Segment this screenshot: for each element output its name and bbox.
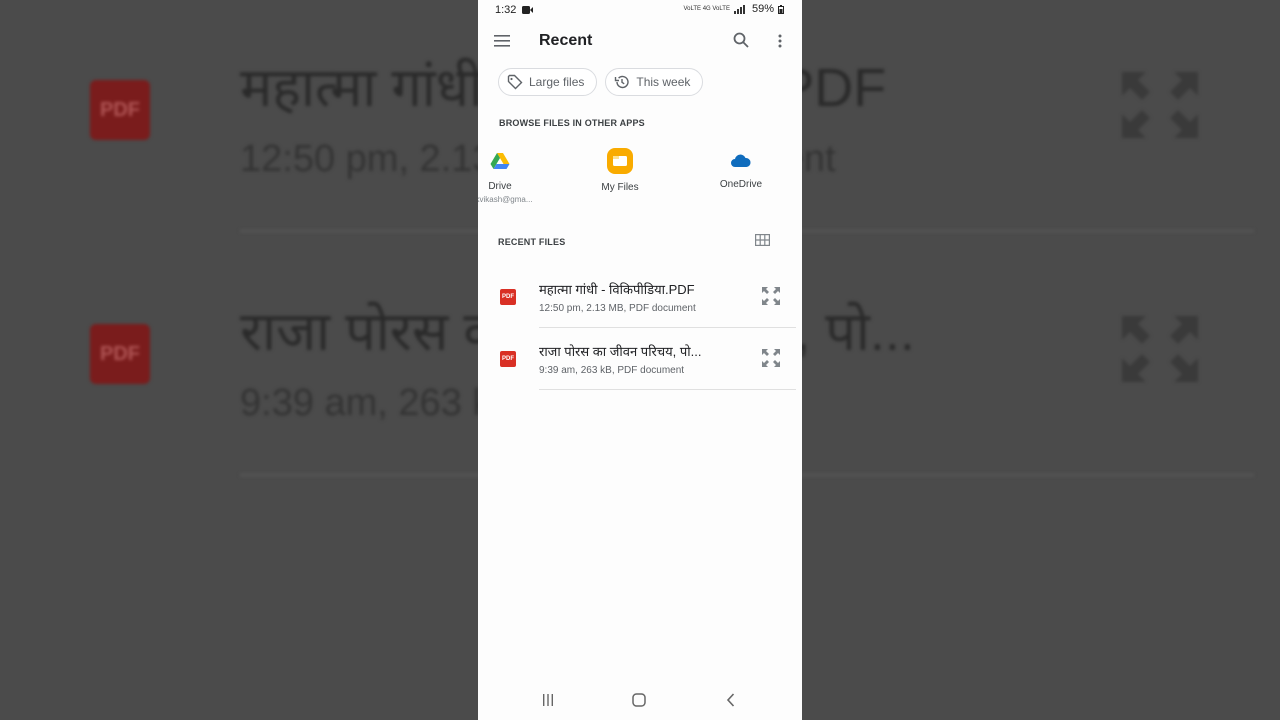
tag-icon: [507, 74, 523, 90]
filter-chips: Large files This week: [498, 68, 704, 96]
file-name: महात्मा गांधी - विकिपीडिया.PDF: [539, 282, 695, 297]
app-onedrive[interactable]: OneDrive: [696, 148, 786, 190]
onedrive-icon: [731, 154, 751, 167]
status-time: 1:32: [495, 4, 517, 16]
bg-pdf-icon-2: PDF: [90, 324, 150, 384]
pdf-file-icon: PDF: [500, 289, 516, 305]
list-item[interactable]: PDF महात्मा गांधी - विकिपीडिया.PDF 12:50…: [478, 268, 802, 328]
video-record-icon: [522, 6, 533, 14]
status-bar: 1:32 VoLTE 4G VoLTE 59%: [478, 0, 802, 20]
recents-button[interactable]: [536, 690, 560, 710]
home-icon: [632, 693, 646, 707]
battery-icon: [778, 4, 784, 14]
browse-section-title: BROWSE FILES IN OTHER APPS: [499, 118, 645, 128]
back-button[interactable]: [718, 690, 742, 710]
status-right: VoLTE 4G VoLTE 59%: [683, 3, 784, 15]
drive-account: kvkvikash@gma...: [478, 195, 533, 204]
search-icon: [733, 32, 749, 48]
file-meta: 12:50 pm, 2.13 MB, PDF document: [539, 303, 696, 314]
file-name: राजा पोरस का जीवन परिचय, पो...: [539, 344, 702, 359]
chip-large-files[interactable]: Large files: [498, 68, 598, 96]
my-files-icon: [607, 148, 633, 174]
page-title: Recent: [539, 32, 593, 49]
app-drive[interactable]: Drive kvkvikash@gma...: [478, 148, 545, 204]
history-icon: [615, 75, 630, 89]
chip-this-week[interactable]: This week: [605, 68, 704, 96]
chip-label: This week: [636, 75, 691, 89]
app-bar: Recent: [478, 20, 802, 62]
app-label: OneDrive: [719, 179, 763, 190]
chip-label: Large files: [529, 75, 585, 89]
pdf-file-icon: PDF: [500, 351, 516, 367]
network-indicator: VoLTE 4G VoLTE: [683, 6, 730, 12]
app-label: My Files: [601, 182, 639, 193]
grid-view-icon: [754, 234, 770, 246]
home-button[interactable]: [627, 690, 651, 710]
menu-button[interactable]: [488, 27, 516, 55]
file-meta: 9:39 am, 263 kB, PDF document: [539, 365, 685, 376]
bg-pdf-icon: PDF: [90, 80, 150, 140]
search-button[interactable]: [727, 26, 755, 54]
expand-icon[interactable]: [761, 286, 781, 306]
menu-icon: [494, 35, 510, 47]
signal-icon: [733, 4, 745, 14]
google-drive-icon: [490, 153, 510, 169]
app-label: Drive: [488, 181, 512, 192]
expand-icon[interactable]: [761, 348, 781, 368]
app-my-files[interactable]: My Files: [575, 148, 665, 193]
grid-view-button[interactable]: [748, 226, 776, 254]
row-divider: [539, 327, 796, 328]
list-item[interactable]: PDF राजा पोरस का जीवन परिचय, पो... 9:39 …: [478, 330, 802, 390]
phone-screen: 1:32 VoLTE 4G VoLTE 59% Recent Large fil…: [478, 0, 802, 720]
battery-percent: 59%: [751, 3, 774, 15]
bg-expand-icon: [1122, 72, 1198, 138]
more-options-button[interactable]: [766, 27, 794, 55]
recent-section-title: RECENT FILES: [498, 237, 566, 247]
bg-expand-icon-2: [1122, 316, 1198, 382]
row-divider: [539, 389, 796, 390]
more-vert-icon: [778, 34, 782, 48]
system-nav-bar: [478, 680, 802, 720]
back-icon: [726, 693, 734, 707]
recents-icon: [543, 694, 553, 706]
